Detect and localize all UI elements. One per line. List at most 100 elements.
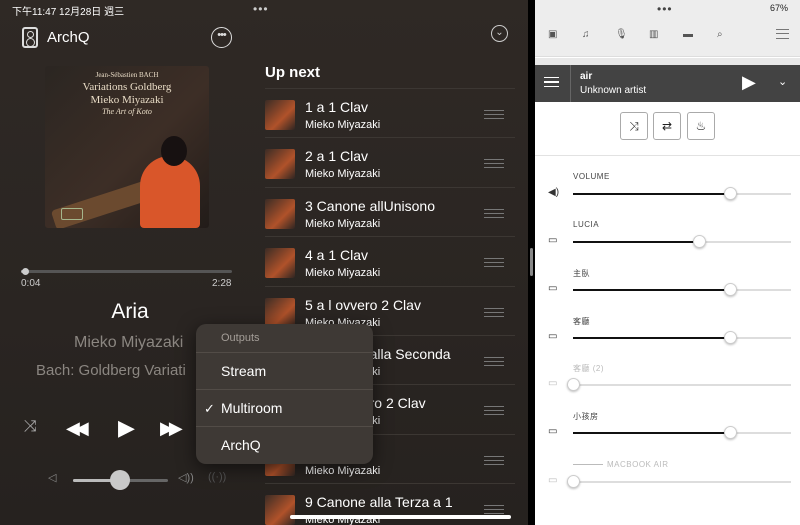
output-volume-knob[interactable] <box>567 378 580 391</box>
music-player-pane: 下午11:47 12月28日 週三 ••• ArchQ ••• ⌄ Jean-S… <box>0 0 528 525</box>
output-volume-slider[interactable] <box>573 481 791 483</box>
output-volume-knob[interactable] <box>723 187 737 200</box>
airplay-icon[interactable]: ▭ <box>548 426 557 437</box>
track-album[interactable]: Bach: Goldberg Variati <box>36 362 196 379</box>
output-volume-fill <box>573 241 700 243</box>
checkmark-icon: ✓ <box>204 401 215 416</box>
multitasking-dots[interactable]: ••• <box>253 2 269 16</box>
cover-performer-head <box>161 136 187 166</box>
queue-item-title: 9 Canone alla Terza a 1 <box>305 494 453 511</box>
drag-handle-icon[interactable] <box>484 356 504 366</box>
book-icon[interactable]: ▥ <box>649 29 658 40</box>
output-volume-knob[interactable] <box>723 426 737 439</box>
outputs-menu-item[interactable]: ArchQ <box>196 427 373 464</box>
outputs-menu-item[interactable]: ✓ Multiroom <box>196 390 373 427</box>
queue-item-artist: Mieko Miyazaki <box>305 217 381 230</box>
airplay-icon[interactable]: ▭ <box>548 283 557 294</box>
split-view-handle[interactable] <box>530 248 533 276</box>
outputs-menu: Outputs Stream ✓ Multiroom ArchQ <box>196 324 373 464</box>
progress-bar[interactable] <box>21 270 232 273</box>
airplay-icon[interactable]: ▭ <box>548 475 557 486</box>
output-volume-slider[interactable] <box>573 193 791 195</box>
output-label: VOLUME <box>573 172 610 181</box>
progress-knob[interactable] <box>22 268 29 275</box>
outputs-menu-item[interactable]: Stream <box>196 353 373 390</box>
queue-item-cover <box>265 149 295 180</box>
queue-item[interactable]: 3 Canone allUnisono Mieko Miyazaki <box>265 186 515 236</box>
web-app-pane: 67% ••• ▣ ♫ 🎙︎ ▥ ▬ ⌕ air Unknown artist … <box>535 0 800 525</box>
airplay-wave-icon[interactable]: ((·)) <box>208 471 226 483</box>
queue-item-artist: Mieko Miyazaki <box>305 119 381 131</box>
play-icon[interactable]: ▶ <box>742 72 756 93</box>
queue-item[interactable]: 2 a 1 Clav Mieko Miyazaki <box>265 137 515 186</box>
consume-mode-button[interactable]: ♨ <box>687 112 715 140</box>
queue-item[interactable]: 4 a 1 Clav Mieko Miyazaki <box>265 236 515 285</box>
cover-subtitle: The Art of Koto <box>102 107 152 116</box>
folder-icon[interactable]: ▬ <box>683 29 693 40</box>
next-track-icon[interactable]: ▶▶ <box>160 418 183 439</box>
outputs-menu-header: Outputs <box>196 324 373 353</box>
output-volume-knob[interactable] <box>567 475 580 488</box>
queue-item-artist: Mieko Miyazaki <box>305 267 381 280</box>
output-label: 主臥 <box>573 269 590 278</box>
queue-item[interactable]: 1 a 1 Clav Mieko Miyazaki <box>265 88 515 137</box>
device-name[interactable]: ArchQ <box>47 29 90 46</box>
more-options-button[interactable]: ••• <box>211 27 232 48</box>
drag-handle-icon[interactable] <box>484 505 504 515</box>
output-label: LUCIA <box>573 220 600 229</box>
previous-track-icon[interactable]: ◀◀ <box>66 418 89 439</box>
drag-handle-icon[interactable] <box>484 110 504 119</box>
drag-handle-icon[interactable] <box>484 455 504 465</box>
queue-item-cover <box>265 198 295 229</box>
album-icon[interactable]: ▣ <box>548 29 557 40</box>
queue-item-title: 2 a 1 Clav <box>305 148 369 165</box>
queue-item-cover <box>265 495 295 525</box>
random-mode-button[interactable]: ⤨ <box>620 112 648 140</box>
elapsed-time: 0:04 <box>21 278 41 289</box>
status-bar-time: 下午11:47 12月28日 週三 <box>12 7 125 18</box>
output-volume-slider[interactable] <box>573 337 791 339</box>
queue-list-icon[interactable] <box>544 77 559 87</box>
queue-item-cover <box>265 248 295 279</box>
output-control: VOLUME ◀) <box>535 172 800 220</box>
up-next-heading: Up next <box>265 64 321 81</box>
repeat-mode-button[interactable]: ⇄ <box>653 112 681 140</box>
track-artist[interactable]: Mieko Miyazaki <box>74 334 183 352</box>
outputs-menu-item-label: Stream <box>221 363 267 379</box>
music-note-icon[interactable]: ♫ <box>582 29 590 40</box>
microphone-icon[interactable]: 🎙︎ <box>615 29 628 40</box>
collapse-button[interactable]: ⌄ <box>491 25 508 42</box>
home-indicator[interactable] <box>290 515 511 519</box>
output-volume-slider[interactable] <box>573 432 791 434</box>
output-volume-slider[interactable] <box>573 384 791 386</box>
output-volume-knob[interactable] <box>723 283 737 296</box>
play-icon[interactable]: ▶ <box>118 415 135 441</box>
queue-item-title: 3 Canone allUnisono <box>305 197 435 214</box>
output-volume-knob[interactable] <box>723 331 737 344</box>
output-volume-knob[interactable] <box>693 235 707 248</box>
drag-handle-icon[interactable] <box>484 208 504 218</box>
shuffle-icon[interactable]: ⤨ <box>24 418 37 436</box>
airplay-icon[interactable]: ▭ <box>548 331 557 342</box>
drag-handle-icon[interactable] <box>484 159 504 169</box>
outputs-menu-item-label: ArchQ <box>221 437 261 453</box>
chevron-down-icon[interactable]: ⌄ <box>778 75 787 88</box>
speaker-icon[interactable]: ◀) <box>548 187 559 198</box>
output-volume-fill <box>573 432 730 434</box>
airplay-icon[interactable]: ▭ <box>548 378 557 389</box>
label-logo <box>61 208 83 220</box>
multitasking-dots-right[interactable]: ••• <box>657 2 673 16</box>
drag-handle-icon[interactable] <box>484 406 504 416</box>
cover-composer: Jean-Sébastien BACH <box>95 71 159 79</box>
drag-handle-icon[interactable] <box>484 307 504 317</box>
airplay-icon[interactable]: ▭ <box>548 235 557 246</box>
volume-low-icon: ◁ <box>48 472 57 484</box>
drag-handle-icon[interactable] <box>484 258 504 268</box>
search-icon[interactable]: ⌕ <box>717 29 723 40</box>
output-volume-slider[interactable] <box>573 289 791 291</box>
output-volume-slider[interactable] <box>573 241 791 243</box>
speaker-device-icon[interactable] <box>22 27 38 48</box>
volume-knob[interactable] <box>110 470 130 490</box>
queue-item-title: 1 a 1 Clav <box>305 99 369 115</box>
menu-icon[interactable] <box>776 29 789 39</box>
